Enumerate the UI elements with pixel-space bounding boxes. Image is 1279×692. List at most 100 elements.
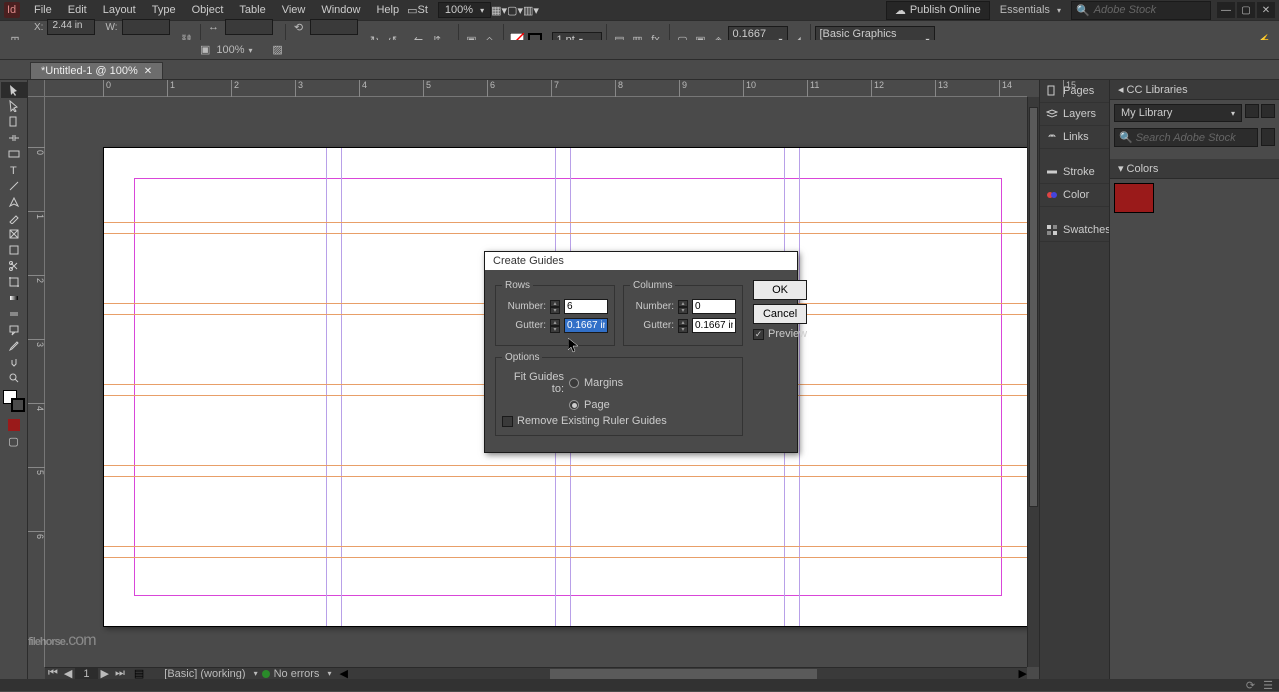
gradient-swatch-tool[interactable] [1, 290, 27, 306]
pencil-tool[interactable] [1, 210, 27, 226]
menu-table[interactable]: Table [231, 2, 273, 18]
cc-libraries-tab[interactable]: ◂CC Libraries [1110, 80, 1279, 100]
cols-number-field[interactable] [692, 299, 736, 314]
grid-view-icon[interactable] [1245, 104, 1259, 118]
svg-text:Id: Id [7, 5, 16, 15]
menu-help[interactable]: Help [368, 2, 407, 18]
zoom-level[interactable]: 100% ▾ [438, 2, 491, 18]
create-guides-dialog: Create Guides Rows Number: ▴▾ Gutter: ▴▾… [484, 251, 798, 453]
app-icon: Id [4, 2, 20, 18]
panel-swatches[interactable]: Swatches [1040, 219, 1109, 242]
colors-panel-tab[interactable]: ▾Colors [1110, 159, 1279, 179]
free-transform-tool[interactable] [1, 274, 27, 290]
content-collector-tool[interactable] [1, 146, 27, 162]
bridge-icon[interactable]: ▭ [407, 4, 417, 17]
panel-layers[interactable]: Layers [1040, 103, 1109, 126]
direct-selection-tool[interactable] [1, 98, 27, 114]
menu-edit[interactable]: Edit [60, 2, 95, 18]
preflight-profile[interactable]: [Basic] (working) [164, 668, 245, 680]
color-swatch[interactable] [1114, 183, 1154, 213]
view-options-icon[interactable]: ▦▾ [491, 4, 507, 17]
rectangle-frame-tool[interactable] [1, 226, 27, 242]
vertical-scrollbar[interactable] [1027, 97, 1039, 667]
status-bar: ⏮ ◀ 1 ▶ ⏭ ▤ [Basic] (working)▾ No errors… [45, 667, 1027, 679]
opacity-field[interactable]: 100%▾ [216, 44, 266, 56]
arrange-docs-icon[interactable]: ▥▾ [523, 4, 539, 17]
menu-view[interactable]: View [274, 2, 314, 18]
notifications-icon[interactable]: ☰ [1263, 679, 1273, 692]
search-scope-icon[interactable] [1261, 128, 1275, 146]
menu-type[interactable]: Type [144, 2, 184, 18]
library-dropdown[interactable]: My Library▾ [1114, 104, 1242, 122]
scale-x-field[interactable] [225, 19, 273, 35]
ruler-origin[interactable] [28, 80, 45, 97]
eyedropper-tool[interactable] [1, 338, 27, 354]
rows-gutter-up[interactable]: ▴ [550, 319, 560, 326]
list-view-icon[interactable] [1261, 104, 1275, 118]
selection-tool[interactable] [1, 82, 27, 98]
preview-checkbox[interactable] [753, 329, 764, 340]
w-field[interactable] [122, 19, 170, 35]
stock-icon[interactable]: St [418, 4, 428, 16]
screen-mode-icon[interactable]: ▢▾ [507, 4, 523, 17]
library-search[interactable]: 🔍Search Adobe Stock [1114, 128, 1258, 147]
menu-layout[interactable]: Layout [95, 2, 144, 18]
drop-shadow-icon[interactable]: ▨ [272, 43, 282, 56]
cols-gutter-field[interactable] [692, 318, 736, 333]
vertical-ruler[interactable]: 0123456 [28, 97, 45, 667]
fitting-icon[interactable]: ▣ [200, 43, 210, 56]
window-maximize[interactable]: ▢ [1237, 2, 1255, 18]
rows-number-up[interactable]: ▴ [550, 300, 560, 307]
document-tab[interactable]: *Untitled-1 @ 100% ✕ [30, 62, 163, 79]
stroke-color-icon[interactable] [11, 398, 25, 412]
fit-margins-label: Margins [584, 377, 623, 389]
search-icon: 🔍 [1076, 4, 1090, 17]
remove-existing-checkbox[interactable] [502, 416, 513, 427]
menu-window[interactable]: Window [313, 2, 368, 18]
note-tool[interactable] [1, 322, 27, 338]
gradient-feather-tool[interactable] [1, 306, 27, 322]
zoom-tool[interactable] [1, 370, 27, 386]
gap-tool[interactable] [1, 130, 27, 146]
rows-group: Rows Number: ▴▾ Gutter: ▴▾ [495, 280, 615, 346]
panel-color[interactable]: Color [1040, 184, 1109, 207]
adobe-stock-search[interactable]: 🔍 Adobe Stock [1071, 1, 1211, 20]
page-tool[interactable] [1, 114, 27, 130]
view-mode-icon[interactable]: ▢ [1, 434, 27, 448]
horizontal-scrollbar[interactable] [550, 669, 817, 679]
rows-number-field[interactable] [564, 299, 608, 314]
menu-object[interactable]: Object [184, 2, 232, 18]
workspace-switcher[interactable]: Essentials ▾ [994, 2, 1067, 18]
horizontal-ruler[interactable]: 0123456789101112131415 [45, 80, 1027, 97]
rows-gutter-down[interactable]: ▾ [550, 326, 560, 333]
rows-number-down[interactable]: ▾ [550, 307, 560, 314]
cols-gutter-down[interactable]: ▾ [678, 326, 688, 333]
x-field[interactable]: 2.44 in [47, 19, 95, 35]
panel-stroke[interactable]: Stroke [1040, 161, 1109, 184]
hand-tool[interactable] [1, 354, 27, 370]
publish-online-button[interactable]: ☁ Publish Online [886, 1, 990, 20]
page-number-field[interactable]: 1 [75, 668, 97, 680]
cols-number-down[interactable]: ▾ [678, 307, 688, 314]
close-tab-icon[interactable]: ✕ [144, 66, 152, 77]
fit-page-radio[interactable] [569, 400, 579, 410]
line-tool[interactable] [1, 178, 27, 194]
window-close[interactable]: ✕ [1257, 2, 1275, 18]
rotate-field[interactable] [310, 19, 358, 35]
pen-tool[interactable] [1, 194, 27, 210]
cancel-button[interactable]: Cancel [753, 304, 807, 324]
apply-color-icon[interactable] [1, 418, 27, 432]
window-minimize[interactable]: — [1217, 2, 1235, 18]
ok-button[interactable]: OK [753, 280, 807, 300]
cols-number-up[interactable]: ▴ [678, 300, 688, 307]
rows-gutter-field[interactable] [564, 318, 608, 333]
fill-stroke-swatch[interactable] [3, 390, 25, 412]
fit-margins-radio[interactable] [569, 378, 579, 388]
menu-file[interactable]: File [26, 2, 60, 18]
scissors-tool[interactable] [1, 258, 27, 274]
cols-gutter-up[interactable]: ▴ [678, 319, 688, 326]
panel-links[interactable]: Links [1040, 126, 1109, 149]
sync-icon[interactable]: ⟳ [1246, 679, 1255, 692]
rectangle-tool[interactable] [1, 242, 27, 258]
type-tool[interactable]: T [1, 162, 27, 178]
